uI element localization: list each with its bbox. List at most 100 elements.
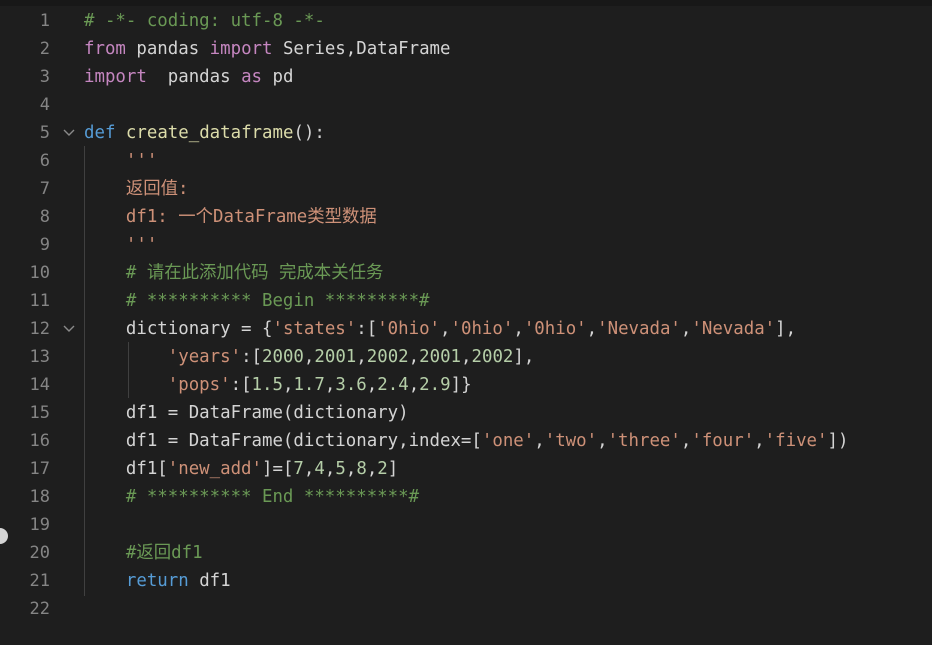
code-text[interactable]: #返回df1 [84,539,203,567]
code-token: , [324,375,336,395]
code-token: 'pops' [167,375,231,395]
code-line[interactable]: 17 df1['new_add']=[7,4,5,8,2] [0,455,932,483]
code-line[interactable]: 3 import pandas as pd [0,63,932,91]
code-text[interactable]: # ********** Begin *********# [84,287,430,315]
code-line[interactable]: 6 ''' [0,147,932,175]
line-number: 5 [39,123,50,143]
code-text[interactable]: df1: 一个DataFrame类型数据 [84,203,377,231]
fold-chevron-icon[interactable] [60,315,78,343]
code-token: 'years' [167,347,242,367]
code-token: :[ [241,347,263,367]
code-text[interactable]: df1['new_add']=[7,4,5,8,2] [84,455,398,483]
code-token: '0hio' [450,319,514,339]
line-number: 17 [29,459,50,479]
line-number: 4 [39,95,50,115]
code-text[interactable]: from pandas import Series,DataFrame [84,35,450,63]
code-text[interactable]: # -*- coding: utf-8 -*- [84,7,325,35]
code-text[interactable]: return df1 [84,567,231,595]
code-token: 'Nevada' [691,319,776,339]
code-token: , [597,431,608,451]
code-line[interactable]: 15 df1 = DataFrame(dictionary) [0,399,932,427]
code-token: 2002 [471,347,514,367]
code-line[interactable]: 4 [0,91,932,119]
code-token: 2001 [419,347,462,367]
code-token: , [754,431,765,451]
code-token: pd [262,67,294,87]
code-line[interactable]: 5 def create_dataframe(): [0,119,932,147]
code-text[interactable]: dictionary = {'states':['0hio','0hio','0… [84,315,796,343]
code-line[interactable]: 11 # ********** Begin *********# [0,287,932,315]
code-token: ]=[ [262,459,294,479]
code-token: 'four' [691,431,755,451]
code-text[interactable]: 'pops':[1.5,1.7,3.6,2.4,2.9]} [84,371,472,399]
code-token: 'five' [764,431,828,451]
code-token: '0hio' [377,319,441,339]
code-token: pandas [146,67,242,87]
line-number: 22 [29,599,50,619]
line-number: 21 [29,571,50,591]
code-token: # -*- coding: utf-8 -*- [84,11,325,31]
code-text[interactable]: ''' [84,231,157,259]
code-text[interactable]: # ********** End **********# [84,483,419,511]
line-number: 2 [39,39,50,59]
code-token: ], [513,347,535,367]
code-token: , [680,319,692,339]
code-token: 4 [314,459,325,479]
editor-top-strip [0,0,932,6]
code-token: 2000 [262,347,304,367]
code-token: ''' [84,235,158,255]
code-line[interactable]: 7 返回值: [0,175,932,203]
code-token: as [241,67,263,87]
code-text[interactable]: 返回值: [84,175,189,203]
code-line[interactable]: 8 df1: 一个DataFrame类型数据 [0,203,932,231]
code-token: import [84,67,147,87]
code-line[interactable]: 13 'years':[2000,2001,2002,2001,2002], [0,343,932,371]
code-text[interactable]: 'years':[2000,2001,2002,2001,2002], [84,343,535,371]
code-token: , [440,319,451,339]
code-token: 1.5 [251,375,283,395]
code-token: import [209,39,273,59]
code-text[interactable]: ''' [84,147,157,175]
code-line[interactable]: 9 ''' [0,231,932,259]
code-text[interactable]: import pandas as pd [84,63,293,91]
code-text[interactable]: def create_dataframe(): [84,119,325,147]
code-line[interactable]: 19 [0,511,932,539]
code-token: 2 [377,459,388,479]
code-text[interactable]: df1 = DataFrame(dictionary,index=['one',… [84,427,849,455]
code-line[interactable]: 2 from pandas import Series,DataFrame [0,35,932,63]
code-editor[interactable]: 1 # -*- coding: utf-8 -*- 2 from pandas imp… [0,0,932,645]
code-token: , [680,431,692,451]
code-text[interactable]: df1 = DataFrame(dictionary) [84,399,409,427]
code-token: ], [775,319,797,339]
code-token: , [303,459,315,479]
fold-chevron-icon[interactable] [60,119,78,147]
code-line[interactable]: 10 # 请在此添加代码 完成本关任务 [0,259,932,287]
code-token: '0hio' [523,319,587,339]
code-line[interactable]: 18 # ********** End **********# [0,483,932,511]
code-token: :[ [356,319,378,339]
code-token: 2.4 [377,375,409,395]
line-number: 13 [29,347,50,367]
code-token: ]) [827,431,849,451]
code-line[interactable]: 16 df1 = DataFrame(dictionary,index=['on… [0,427,932,455]
code-token: 'two' [544,431,598,451]
code-token: 'Nevada' [597,319,681,339]
code-token: , [282,375,294,395]
code-token: # ********** End **********# [84,487,420,507]
code-token: (): [293,123,325,143]
code-line[interactable]: 22 [0,595,932,623]
code-token: 'one' [481,431,535,451]
code-line[interactable]: 14 'pops':[1.5,1.7,3.6,2.4,2.9]} [0,371,932,399]
code-line[interactable]: 12 dictionary = {'states':['0hio','0hio'… [0,315,932,343]
code-token: dictionary = { [84,319,273,339]
code-text[interactable]: # 请在此添加代码 完成本关任务 [84,259,384,287]
code-token: , [461,347,472,367]
code-line[interactable]: 20 #返回df1 [0,539,932,567]
code-line[interactable]: 21 return df1 [0,567,932,595]
code-line[interactable]: 1 # -*- coding: utf-8 -*- [0,7,932,35]
code-token: , [586,319,598,339]
code-token: 2001 [314,347,357,367]
code-token: 8 [356,459,367,479]
